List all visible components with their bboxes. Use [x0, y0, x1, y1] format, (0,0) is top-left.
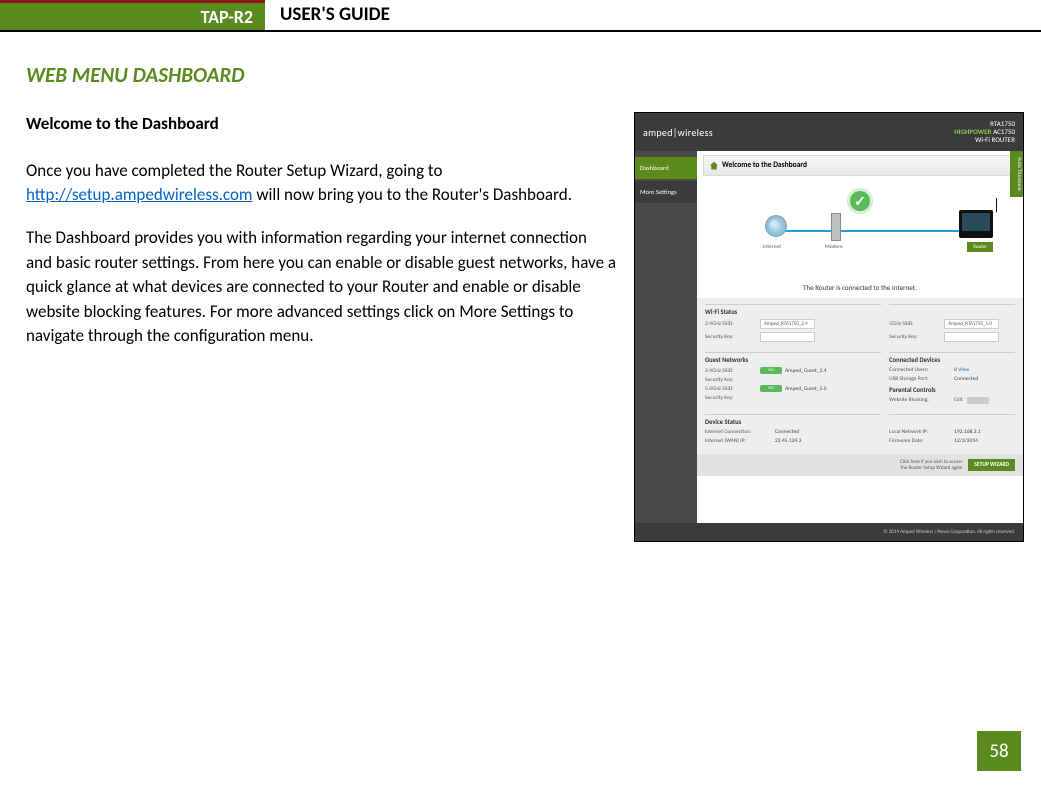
connection-line	[773, 230, 987, 232]
sidebar-more: More Settings	[635, 181, 697, 203]
setup-wizard-bar: Click here if you wish to access the Rou…	[697, 454, 1023, 476]
connected-devices-group: Connected Devices Connected Users:8 View…	[889, 352, 1015, 406]
text-column: Welcome to the Dashboard Once you have c…	[26, 112, 616, 542]
para1-suffix: will now bring you to the Router's Dashb…	[253, 184, 572, 205]
wifi-status-title: Wi-Fi Status	[705, 308, 881, 316]
paragraph-2: The Dashboard provides you with informat…	[26, 226, 616, 349]
brand-logo: amped|wireless	[643, 126, 713, 139]
paragraph-1: Once you have completed the Router Setup…	[26, 159, 616, 208]
router-icon	[959, 210, 993, 238]
guest-networks-group: Guest Networks 2.4GHz SSID:ONAmped_Guest…	[705, 352, 881, 406]
label-internet: Internet	[763, 244, 781, 250]
shot-main: Welcome to the Dashboard ✓ Internet Mode…	[697, 151, 1023, 523]
welcome-bar: Welcome to the Dashboard	[703, 155, 1017, 176]
dashboard-screenshot: amped|wireless RTA1750 HIGHPOWER AC1750 …	[634, 112, 1024, 542]
label-router: Router	[967, 242, 993, 252]
product-badge: TAP-R2	[0, 0, 265, 30]
shot-topbar: amped|wireless RTA1750 HIGHPOWER AC1750 …	[635, 113, 1023, 151]
model-line2: Wi-Fi ROUTER	[954, 136, 1015, 144]
device-status-right: Local Network IP:192.168.3.1 Firmware Da…	[889, 414, 1015, 446]
connection-diagram: ✓ Internet Modem Router	[703, 182, 1017, 277]
shot-body: Dashboard More Settings Welcome to the D…	[635, 151, 1023, 523]
body-columns: Welcome to the Dashboard Once you have c…	[26, 112, 1015, 542]
wifi-status-group: Wi-Fi Status 2.4GHz SSID:Amped_RTA1750_2…	[705, 304, 881, 344]
subheading: Welcome to the Dashboard	[26, 112, 616, 137]
setup-url-link[interactable]: http://setup.ampedwireless.com	[26, 184, 253, 205]
house-icon	[710, 162, 718, 170]
modem-icon	[831, 213, 841, 241]
para1-prefix: Once you have completed the Router Setup…	[26, 160, 442, 181]
globe-icon	[765, 215, 787, 237]
model-block: RTA1750 HIGHPOWER AC1750 Wi-Fi ROUTER	[954, 120, 1015, 144]
welcome-label: Welcome to the Dashboard	[722, 161, 807, 170]
sidebar-dashboard: Dashboard	[635, 157, 697, 179]
setup-wizard-button: SETUP WIZARD	[968, 459, 1015, 471]
shot-footer: © 2014 Amped Wireless / Newo Corporation…	[635, 523, 1023, 541]
page-header: TAP-R2 USER'S GUIDE	[0, 0, 1041, 32]
page-number: 58	[977, 731, 1021, 771]
section-heading: WEB MENU DASHBOARD	[26, 62, 1015, 88]
content: WEB MENU DASHBOARD Welcome to the Dashbo…	[0, 32, 1041, 542]
device-status-group: Device Status Internet Connection:Connec…	[705, 414, 881, 446]
shot-data: Wi-Fi Status 2.4GHz SSID:Amped_RTA1750_2…	[697, 298, 1023, 476]
setup-note: Click here if you wish to access the Rou…	[900, 459, 962, 471]
wifi-status-5g: 5GHz SSID:Amped_RTA1750_5.0 Security Key…	[889, 304, 1015, 344]
product-code: TAP-R2	[201, 6, 253, 28]
connected-message: The Router is connected to the Internet.	[703, 281, 1017, 298]
checkmark-icon: ✓	[847, 188, 873, 214]
shot-sidebar: Dashboard More Settings	[635, 151, 697, 523]
guide-title: USER'S GUIDE	[280, 3, 390, 26]
label-modem: Modem	[825, 244, 843, 250]
